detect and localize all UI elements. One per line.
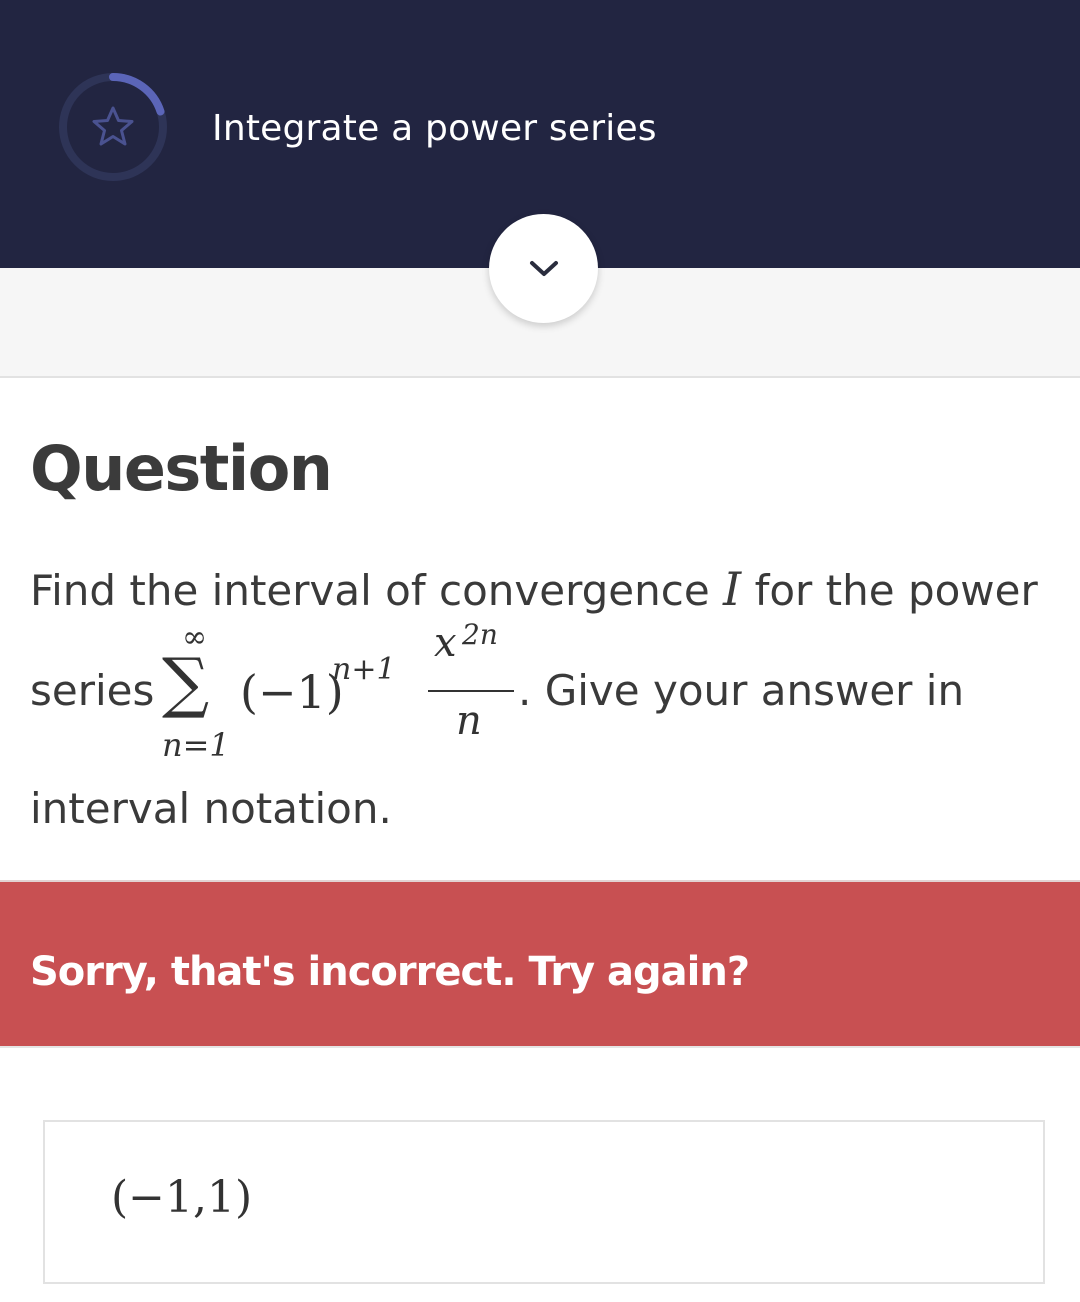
question-line-3: interval notation. — [30, 784, 392, 833]
series-label: series — [30, 666, 155, 715]
question-line-1: Find the interval of convergence I for t… — [30, 562, 1038, 616]
fraction-denominator: n — [456, 698, 482, 744]
summation: ∞ ∑ n=1 — [162, 620, 242, 770]
sum-lower-limit: n=1 — [162, 726, 230, 764]
question-heading: Question — [30, 432, 333, 505]
chevron-down-icon — [529, 260, 558, 276]
question-instruction: . Give your answer in — [518, 666, 965, 715]
lesson-title: Integrate a power series — [212, 108, 657, 149]
interval-variable: I — [723, 562, 742, 616]
progress-ring — [59, 73, 167, 181]
sigma-symbol: ∑ — [162, 644, 210, 721]
answer-input[interactable]: (−1,1) — [43, 1120, 1045, 1284]
star-icon — [92, 106, 134, 146]
fraction-numerator: x — [434, 620, 457, 666]
feedback-banner: Sorry, that's incorrect. Try again? — [0, 880, 1080, 1048]
series-fraction: x 2n n — [428, 618, 514, 748]
question-text-start: Find the interval of convergence — [30, 566, 710, 615]
fraction-bar — [428, 690, 514, 692]
answer-value: (−1,1) — [111, 1172, 253, 1223]
numerator-exponent: 2n — [462, 618, 498, 651]
sign-term: (−1) — [240, 665, 344, 719]
feedback-message: Sorry, that's incorrect. Try again? — [30, 949, 750, 995]
expand-button[interactable] — [489, 214, 598, 323]
question-text-tail: for the power — [754, 566, 1038, 615]
sign-exponent: n+1 — [332, 652, 396, 687]
